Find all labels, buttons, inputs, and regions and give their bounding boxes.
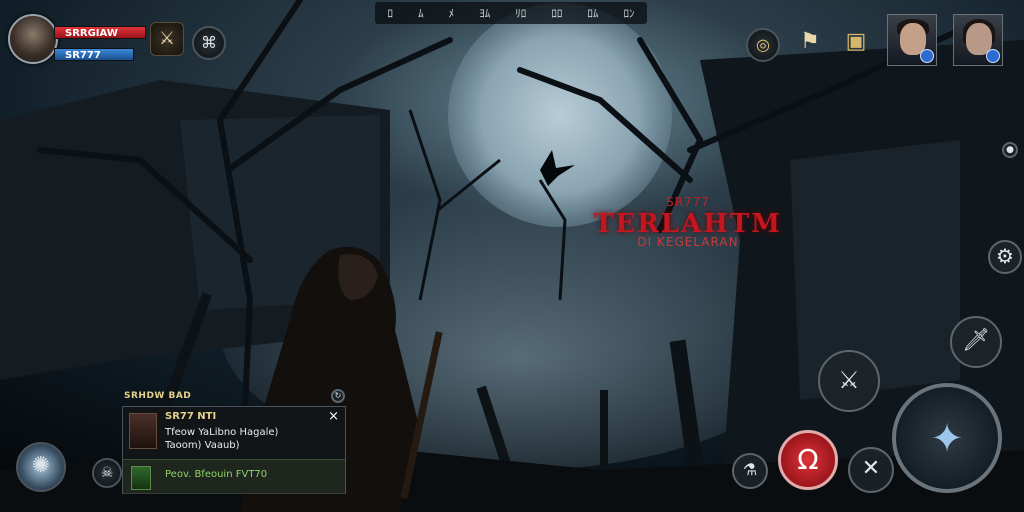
skill-3-button[interactable]: ⚗	[732, 453, 768, 489]
status-item: ﾑ	[418, 7, 424, 20]
status-item: ﾛﾝ	[623, 7, 635, 20]
dagger-icon: ⚔	[838, 366, 860, 394]
class-badge-icon	[920, 49, 934, 63]
panel-toggle-button[interactable]: ↻	[331, 389, 345, 403]
skill-1-button[interactable]: 🗡	[950, 316, 1002, 368]
quest-scroll-icon[interactable]: ⚔	[150, 22, 184, 56]
quest-item-icon	[129, 413, 157, 449]
target-icon: ◎	[756, 35, 770, 54]
quest-desc-1: Tfeow YaLibno Hagale)	[165, 427, 279, 438]
quest-button[interactable]: ◎	[746, 28, 780, 62]
map-icon: ⌘	[201, 33, 217, 52]
attack-icon: ✦	[930, 416, 964, 462]
refresh-icon: ↻	[334, 391, 342, 400]
status-item: ﾖﾑ	[479, 7, 491, 20]
party-member-2[interactable]	[953, 14, 1003, 66]
inventory-button[interactable]: ▣	[840, 26, 872, 58]
quest-panel[interactable]: SR77 NTI Tfeow YaLibno Hagale) Taoom) Va…	[122, 406, 346, 494]
status-item: ﾛﾛ	[551, 7, 563, 20]
quest-panel-header: SRHDW BAD	[124, 391, 192, 401]
settings-button[interactable]: ⚙	[988, 240, 1022, 274]
status-item: ﾒ	[448, 7, 455, 20]
class-badge-icon	[986, 49, 1000, 63]
sword-skill-icon: 🗡	[962, 328, 990, 353]
dot-icon: ●	[1006, 145, 1014, 155]
pet-button[interactable]: ☠	[92, 458, 122, 488]
flag-icon: ⚑	[800, 29, 820, 54]
info-button[interactable]: ●	[1002, 142, 1018, 158]
hp-bar: SRRGIAW	[54, 26, 146, 39]
status-item: ﾛ	[387, 7, 394, 20]
bag-icon: ▣	[845, 29, 867, 54]
quest-reward: Peov. Bfeouin FVT70	[165, 469, 268, 480]
attack-button[interactable]: ✦	[892, 383, 1002, 493]
party-member-1[interactable]	[887, 14, 937, 66]
quest-reward-row[interactable]: Peov. Bfeouin FVT70	[123, 459, 345, 494]
reward-item-icon	[131, 466, 151, 490]
quest-title: SR77 NTI	[165, 411, 217, 422]
potion-icon: ⚗	[742, 460, 758, 479]
skull-icon: ☠	[100, 465, 114, 481]
skill-4-button[interactable]: ✕	[848, 447, 894, 493]
quest-desc-2: Taoom) Vaaub)	[165, 440, 240, 451]
skill-2-button[interactable]: ⚔	[818, 350, 880, 412]
player-avatar[interactable]	[8, 14, 58, 64]
crystal-icon: ✺	[31, 453, 51, 478]
crystal-skill-button[interactable]: ✺	[16, 442, 66, 492]
status-item: ﾘﾛ	[515, 7, 527, 20]
status-item: ﾛﾑ	[587, 7, 599, 20]
map-button[interactable]: ⌘	[192, 26, 226, 60]
top-status-strip: ﾛ ﾑ ﾒ ﾖﾑ ﾘﾛ ﾛﾛ ﾛﾑ ﾛﾝ	[375, 2, 647, 24]
game-screen: SRRGIAW SR777 ⚔ ⌘ ﾛ ﾑ ﾒ ﾖﾑ ﾘﾛ ﾛﾛ ﾛﾑ ﾛﾝ ◎…	[0, 0, 1024, 512]
gear-icon: ⚙	[996, 244, 1014, 268]
rage-icon: Ω	[797, 443, 819, 476]
area-title: SR777 TERLAHTM DI KEGELARAN	[588, 195, 788, 249]
area-tag: SR777	[666, 195, 710, 209]
crossed-blades-icon: ✕	[861, 456, 881, 481]
ultimate-skill-button[interactable]: Ω	[778, 430, 838, 490]
close-icon[interactable]: ×	[328, 409, 339, 424]
mp-bar: SR777	[54, 48, 134, 61]
event-button[interactable]: ⚑	[794, 26, 826, 58]
